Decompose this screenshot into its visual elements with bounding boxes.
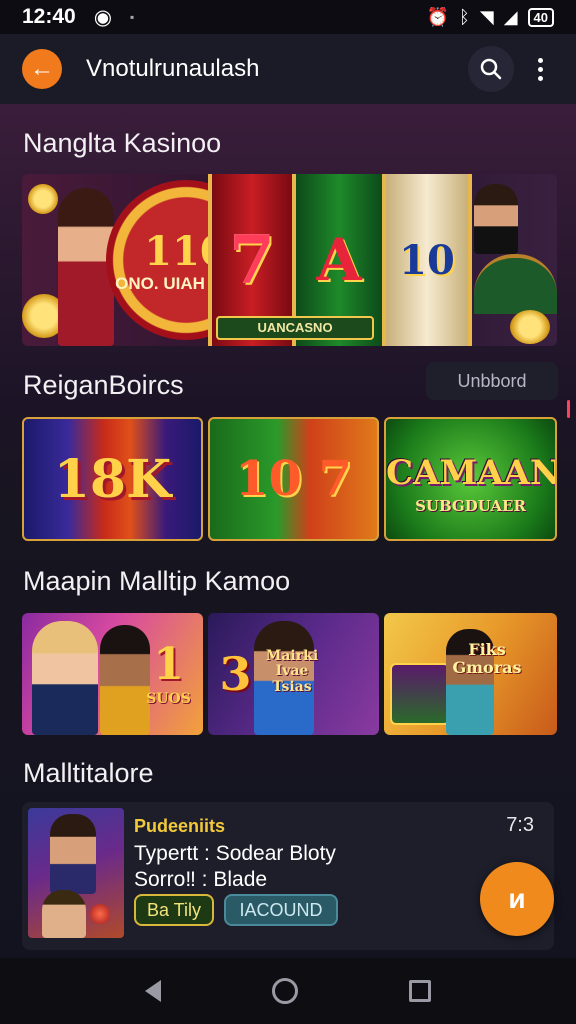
section-title-row1: ReiganBoircs bbox=[23, 370, 184, 400]
game-tile-title: 10 7 bbox=[235, 451, 352, 507]
game-card-duration: 7:3 bbox=[506, 814, 534, 836]
app-bar: ← Vnotulrunaulash bbox=[0, 34, 576, 104]
game-tile[interactable]: 1 SUOS bbox=[22, 613, 203, 735]
dot-icon: ▪ bbox=[130, 10, 135, 24]
game-card-type: Typertt : Sodear Bloty bbox=[134, 842, 336, 865]
main-content[interactable]: Nanglta Kasinoo 110 ONO. UIAH LAOP 7 A 1… bbox=[0, 104, 576, 958]
coin-icon bbox=[510, 310, 550, 344]
player-avatar bbox=[50, 814, 96, 894]
chip-icon bbox=[90, 904, 110, 924]
dealer-figure bbox=[474, 184, 518, 254]
play-icon: ᴎ bbox=[508, 883, 526, 914]
game-card-detail: Sorro‼ : Blade bbox=[134, 868, 268, 891]
game-tile-title: 18K bbox=[53, 449, 172, 510]
view-all-button[interactable]: Unbbord bbox=[426, 362, 558, 400]
game-tile[interactable]: 3 Mairki Ivae Tsias bbox=[208, 613, 379, 735]
reel-symbol: 10 bbox=[399, 236, 455, 284]
section-title-hero: Nanglta Kasinoo bbox=[23, 128, 222, 158]
nav-home-icon[interactable] bbox=[271, 978, 298, 1004]
nav-back-icon[interactable] bbox=[145, 980, 162, 1002]
status-bar: 12:40 ◉ ▪ ⏰ ᛒ ◥ ◢ 40 bbox=[0, 0, 576, 34]
wifi-icon: ◥ bbox=[479, 6, 494, 27]
game-card-thumbnail bbox=[28, 808, 124, 938]
bluetooth-icon: ᛒ bbox=[459, 6, 470, 27]
slot-reel-3: 10 bbox=[382, 174, 472, 346]
game-tile[interactable]: CAMAAN SUBGDUAER bbox=[384, 417, 557, 541]
coin-icon bbox=[28, 184, 58, 214]
alarm-icon: ⏰ bbox=[426, 6, 450, 27]
casino-table bbox=[474, 254, 557, 314]
system-nav-bar bbox=[0, 958, 576, 1024]
game-tile[interactable]: 10 7 bbox=[208, 417, 379, 541]
tag-secondary-button[interactable]: IACOUND bbox=[224, 894, 338, 926]
game-tile-title: Fiks Gmoras bbox=[452, 640, 522, 677]
game-tile-subtitle: Mairki Ivae Tsias bbox=[265, 648, 319, 695]
play-fab-button[interactable]: ᴎ bbox=[480, 862, 554, 936]
signal-icon: ◢ bbox=[503, 6, 518, 27]
reel-symbol: A bbox=[316, 226, 362, 294]
game-tile-subtitle: SUBGDUAER bbox=[415, 497, 526, 515]
scrollbar[interactable] bbox=[567, 400, 570, 418]
battery-icon: 40 bbox=[527, 7, 554, 27]
section-title-row3: Malltitalore bbox=[23, 758, 154, 788]
nav-recents-icon[interactable] bbox=[408, 980, 431, 1002]
game-tile-title: 1 bbox=[153, 639, 184, 690]
game-card[interactable]: Pudeeniits Typertt : Sodear Bloty Sorro‼… bbox=[22, 802, 554, 950]
page-title: Vnotulrunaulash bbox=[86, 55, 260, 82]
more-vertical-icon bbox=[537, 57, 543, 63]
game-tile[interactable]: 18K bbox=[22, 417, 203, 541]
more-options-button[interactable] bbox=[520, 46, 560, 92]
game-tile-subtitle: SUOS bbox=[146, 691, 191, 707]
tag-primary-button[interactable]: Ba Tily bbox=[134, 894, 214, 926]
search-icon bbox=[480, 58, 502, 80]
game-tile[interactable]: Fiks Gmoras bbox=[384, 613, 557, 735]
game-tile-title: CAMAAN bbox=[386, 453, 557, 493]
game-card-label: Pudeeniits bbox=[134, 816, 226, 836]
section-title-row2: Maapin Malltip Kamoo bbox=[23, 566, 291, 596]
search-button[interactable] bbox=[468, 46, 514, 92]
player-avatar bbox=[42, 890, 86, 938]
notification-icon: ◉ bbox=[93, 5, 113, 29]
hero-banner-label: UANCASNO bbox=[216, 316, 374, 340]
back-button[interactable]: ← bbox=[22, 49, 62, 89]
reel-symbol: 7 bbox=[229, 221, 275, 299]
status-time: 12:40 bbox=[22, 5, 76, 28]
arrow-left-icon: ← bbox=[30, 55, 54, 82]
hero-banner[interactable]: 110 ONO. UIAH LAOP 7 A 10 UANCASNO bbox=[22, 174, 557, 346]
